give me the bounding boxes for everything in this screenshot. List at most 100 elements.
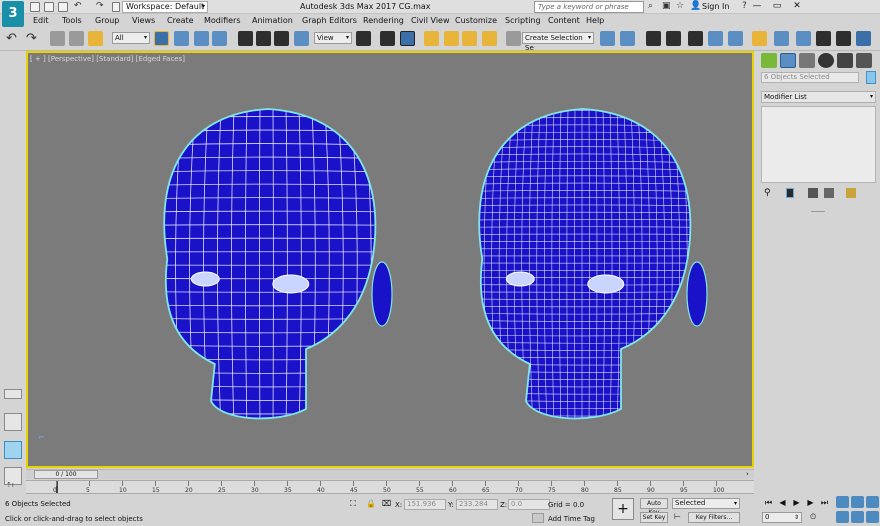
play-icon[interactable]: ▶: [790, 497, 803, 509]
set-key-button[interactable]: Set Key: [640, 512, 668, 523]
menu-views[interactable]: Views: [130, 14, 157, 27]
search-input[interactable]: Type a keyword or phrase: [534, 1, 644, 13]
bind-space-warp-icon[interactable]: [88, 31, 103, 46]
time-slider[interactable]: 0 / 100 ›: [26, 469, 754, 479]
rendered-frame-window-icon[interactable]: [796, 31, 811, 46]
new-file-icon[interactable]: [30, 2, 40, 12]
workspace-dropdown[interactable]: Workspace: Default ▾: [122, 1, 208, 13]
key-filters-button[interactable]: Key Filters...: [688, 512, 740, 523]
viewport-layout-toggle[interactable]: [4, 389, 22, 399]
percent-snap-icon[interactable]: [462, 31, 477, 46]
redo-icon[interactable]: ↷: [96, 1, 104, 11]
menu-edit[interactable]: Edit: [31, 14, 51, 27]
selection-filter-dropdown[interactable]: All ▾: [112, 32, 150, 44]
undo-icon[interactable]: ↶: [74, 1, 82, 11]
go-to-end-icon[interactable]: ⏭: [818, 497, 831, 509]
align-icon[interactable]: [620, 31, 635, 46]
show-end-result-icon[interactable]: [786, 188, 794, 198]
perspective-viewport[interactable]: [ + ] [Perspective] [Standard] [Edged Fa…: [26, 51, 754, 468]
menu-animation[interactable]: Animation: [250, 14, 295, 27]
create-tab-icon[interactable]: [761, 53, 777, 68]
close-button[interactable]: ✕: [788, 0, 806, 13]
curve-editor-icon[interactable]: [708, 31, 723, 46]
make-unique-icon[interactable]: [808, 188, 818, 198]
display-tab-icon[interactable]: [837, 53, 853, 68]
select-object-icon[interactable]: [154, 31, 169, 46]
zoom-all-icon[interactable]: [851, 496, 864, 508]
named-selection-dropdown[interactable]: Create Selection Se ▾: [522, 32, 594, 52]
next-frame-icon[interactable]: ▶: [804, 497, 817, 509]
select-manipulate-icon[interactable]: [380, 31, 395, 46]
minimize-button[interactable]: —: [748, 0, 766, 13]
go-to-start-icon[interactable]: ⏮: [762, 497, 775, 509]
motion-tab-icon[interactable]: [818, 53, 834, 68]
binoculars-icon[interactable]: ⌕: [648, 1, 653, 11]
spinner-snap-icon[interactable]: [482, 31, 497, 46]
time-slider-thumb[interactable]: 0 / 100: [34, 470, 98, 479]
menu-modifiers[interactable]: Modifiers: [202, 14, 243, 27]
unlink-icon[interactable]: [69, 31, 84, 46]
user-icon[interactable]: 👤: [690, 1, 701, 11]
layer-explorer-icon[interactable]: [646, 31, 661, 46]
app-logo[interactable]: 3: [2, 1, 24, 27]
viewport-layout-2[interactable]: [4, 441, 22, 459]
menu-civil-view[interactable]: Civil View: [409, 14, 452, 27]
modifier-list-dropdown[interactable]: Modifier List ▾: [761, 91, 876, 103]
menu-content[interactable]: Content: [546, 14, 582, 27]
pan-icon[interactable]: [851, 511, 864, 523]
window-crossing-icon[interactable]: [212, 31, 227, 46]
scene-explorer-icon[interactable]: [666, 31, 681, 46]
rectangular-selection-icon[interactable]: [194, 31, 209, 46]
open-file-icon[interactable]: [44, 2, 54, 12]
y-coordinate-field[interactable]: 233.284: [456, 499, 498, 510]
render-shade-icon[interactable]: [856, 31, 871, 46]
render-production-icon[interactable]: [816, 31, 831, 46]
graphite-ribbon-icon[interactable]: [688, 31, 703, 46]
mini-curve-editor-icon[interactable]: ⇡ı: [6, 481, 22, 492]
favorites-icon[interactable]: ☆: [676, 1, 684, 11]
configure-modifier-sets-icon[interactable]: [846, 188, 856, 198]
select-by-name-icon[interactable]: [174, 31, 189, 46]
field-of-view-icon[interactable]: [836, 511, 849, 523]
render-setup-icon[interactable]: [774, 31, 789, 46]
zoom-icon[interactable]: [836, 496, 849, 508]
pin-stack-icon[interactable]: ⚲: [764, 188, 774, 198]
orbit-icon[interactable]: [866, 511, 879, 523]
time-configuration-icon[interactable]: ⏲: [810, 512, 816, 522]
previous-frame-icon[interactable]: ◀: [776, 497, 789, 509]
utilities-tab-icon[interactable]: [856, 53, 872, 68]
current-frame-field[interactable]: 0 ⇕: [762, 512, 802, 523]
auto-key-button[interactable]: Auto Key: [640, 498, 668, 516]
pivot-point-icon[interactable]: [356, 31, 371, 46]
render-iterative-icon[interactable]: [836, 31, 851, 46]
link-icon[interactable]: [50, 31, 65, 46]
menu-rendering[interactable]: Rendering: [361, 14, 406, 27]
placement-icon[interactable]: [294, 31, 309, 46]
project-folder-icon[interactable]: [112, 2, 120, 12]
save-file-icon[interactable]: [58, 2, 68, 12]
subscription-icon[interactable]: ▣: [662, 1, 671, 11]
x-coordinate-field[interactable]: 151.936: [404, 499, 446, 510]
menu-group[interactable]: Group: [93, 14, 121, 27]
add-time-tag[interactable]: Add Time Tag: [548, 515, 595, 523]
sign-in-link[interactable]: Sign In: [702, 2, 729, 11]
material-editor-icon[interactable]: [752, 31, 767, 46]
reference-coordinate-dropdown[interactable]: View ▾: [314, 32, 352, 44]
menu-tools[interactable]: Tools: [60, 14, 84, 27]
key-set-dropdown[interactable]: Selected ▾: [672, 498, 740, 509]
set-key-big-button[interactable]: +: [612, 498, 634, 520]
maximize-button[interactable]: ▭: [768, 0, 786, 13]
object-name-field[interactable]: 6 Objects Selected: [761, 72, 859, 83]
schematic-view-icon[interactable]: [728, 31, 743, 46]
hierarchy-tab-icon[interactable]: [799, 53, 815, 68]
scale-icon[interactable]: [274, 31, 289, 46]
time-tag-icon[interactable]: [532, 513, 544, 523]
time-slider-next-icon[interactable]: ›: [746, 470, 749, 478]
absolute-mode-icon[interactable]: ⌧: [382, 499, 391, 508]
menu-scripting[interactable]: Scripting: [503, 14, 543, 27]
rotate-icon[interactable]: [256, 31, 271, 46]
viewport-layout-1[interactable]: [4, 413, 22, 431]
remove-modifier-icon[interactable]: [824, 188, 834, 198]
edit-named-selection-icon[interactable]: [506, 31, 521, 46]
help-icon[interactable]: ?: [742, 1, 747, 11]
